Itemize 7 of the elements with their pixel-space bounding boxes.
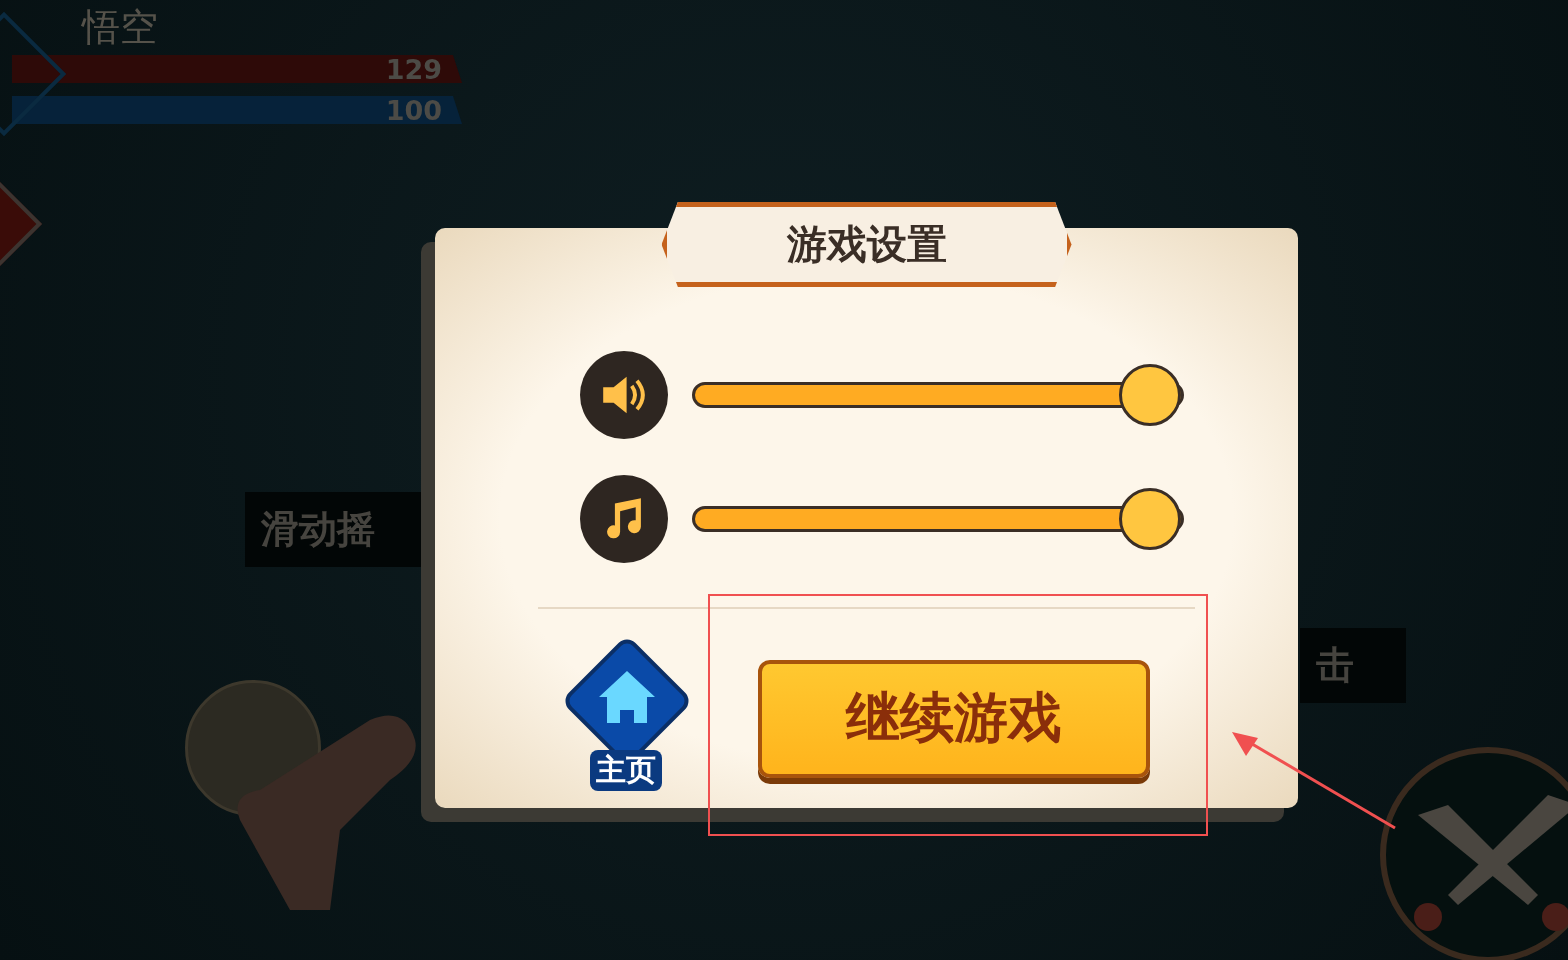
dialog-title: 游戏设置 xyxy=(661,202,1072,287)
player-name: 悟空 xyxy=(82,4,158,51)
volume-slider[interactable] xyxy=(692,364,1184,426)
volume-slider[interactable] xyxy=(692,488,1184,550)
mana-bar: 100 xyxy=(12,96,462,124)
hint-label: 击 xyxy=(1300,628,1406,703)
health-bar: 129 xyxy=(12,55,462,83)
